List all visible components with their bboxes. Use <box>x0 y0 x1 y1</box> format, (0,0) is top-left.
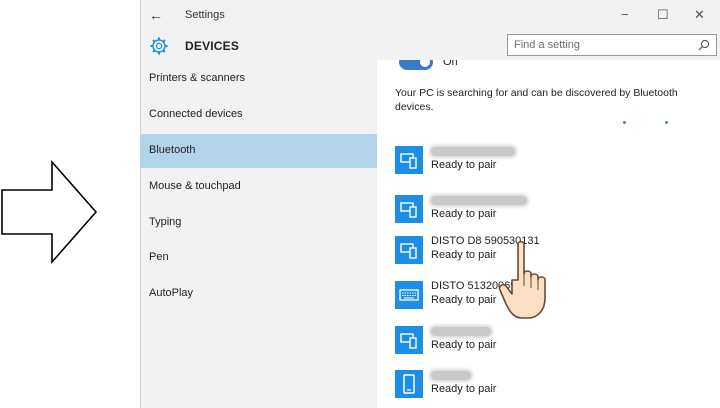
window-title: Settings <box>185 9 225 21</box>
maximize-button[interactable]: ☐ <box>657 7 669 23</box>
device-status: Ready to pair <box>431 208 497 220</box>
sidebar-item-label: Typing <box>149 216 182 228</box>
search-input[interactable]: Find a setting <box>507 34 717 56</box>
sidebar-item-printers-scanners[interactable]: Printers & scanners <box>141 62 377 96</box>
search-placeholder: Find a setting <box>514 39 581 51</box>
device-name-obscured <box>431 327 491 336</box>
progress-dot <box>623 121 626 124</box>
minimize-button[interactable]: − <box>621 7 629 22</box>
settings-header: DEVICES Find a setting <box>141 32 720 60</box>
device-status: Ready to pair <box>431 294 497 306</box>
sidebar: Printers & scanners Connected devices Bl… <box>141 60 377 408</box>
phone-pc-icon <box>395 195 423 223</box>
device-list-item[interactable]: Ready to pair <box>395 193 715 229</box>
bluetooth-toggle-label: On <box>443 60 458 68</box>
device-name-obscured <box>431 196 527 205</box>
device-status: Ready to pair <box>431 159 497 171</box>
device-status: Ready to pair <box>431 339 497 351</box>
sidebar-item-mouse-touchpad[interactable]: Mouse & touchpad <box>141 170 377 204</box>
pointing-hand-icon <box>498 240 546 319</box>
sidebar-item-connected-devices[interactable]: Connected devices <box>141 98 377 132</box>
settings-window: ← Settings − ☐ ✕ DEVICES Find a setting <box>140 0 720 408</box>
close-button[interactable]: ✕ <box>694 7 705 23</box>
sidebar-item-autoplay[interactable]: AutoPlay <box>141 277 377 311</box>
device-list-item[interactable]: Ready to pair <box>395 324 715 360</box>
sidebar-item-label: Bluetooth <box>149 144 196 156</box>
device-name-obscured <box>431 147 515 156</box>
device-list-item[interactable]: Ready to pair <box>395 144 715 180</box>
device-status: Ready to pair <box>431 383 497 395</box>
sidebar-item-label: Pen <box>149 251 169 263</box>
phone-pc-icon <box>395 236 423 264</box>
back-button[interactable]: ← <box>149 7 163 23</box>
sidebar-item-bluetooth[interactable]: Bluetooth <box>141 134 377 168</box>
gear-icon <box>150 37 168 55</box>
device-name-obscured <box>431 371 471 380</box>
sidebar-item-label: Mouse & touchpad <box>149 180 241 192</box>
phone-pc-icon <box>395 326 423 354</box>
discovery-status-text: Your PC is searching for and can be disc… <box>395 87 678 113</box>
sidebar-item-pen[interactable]: Pen <box>141 241 377 275</box>
arrow-right-icon <box>1 160 98 264</box>
sidebar-item-label: Connected devices <box>149 108 243 120</box>
phone-pc-icon <box>395 146 423 174</box>
device-status: Ready to pair <box>431 249 497 261</box>
sidebar-item-typing[interactable]: Typing <box>141 206 377 240</box>
progress-dot <box>665 121 668 124</box>
keyboard-icon <box>395 281 423 309</box>
search-icon[interactable] <box>698 39 710 51</box>
page-title: DEVICES <box>185 39 240 53</box>
phone-icon <box>395 370 423 398</box>
title-bar: ← Settings − ☐ ✕ <box>141 0 720 32</box>
device-list-item[interactable]: Ready to pair <box>395 368 715 404</box>
sidebar-item-label: AutoPlay <box>149 287 194 299</box>
bluetooth-toggle[interactable] <box>399 60 433 70</box>
bluetooth-panel: On Your PC is searching for and can be d… <box>377 60 720 408</box>
sidebar-item-label: Printers & scanners <box>149 72 245 84</box>
